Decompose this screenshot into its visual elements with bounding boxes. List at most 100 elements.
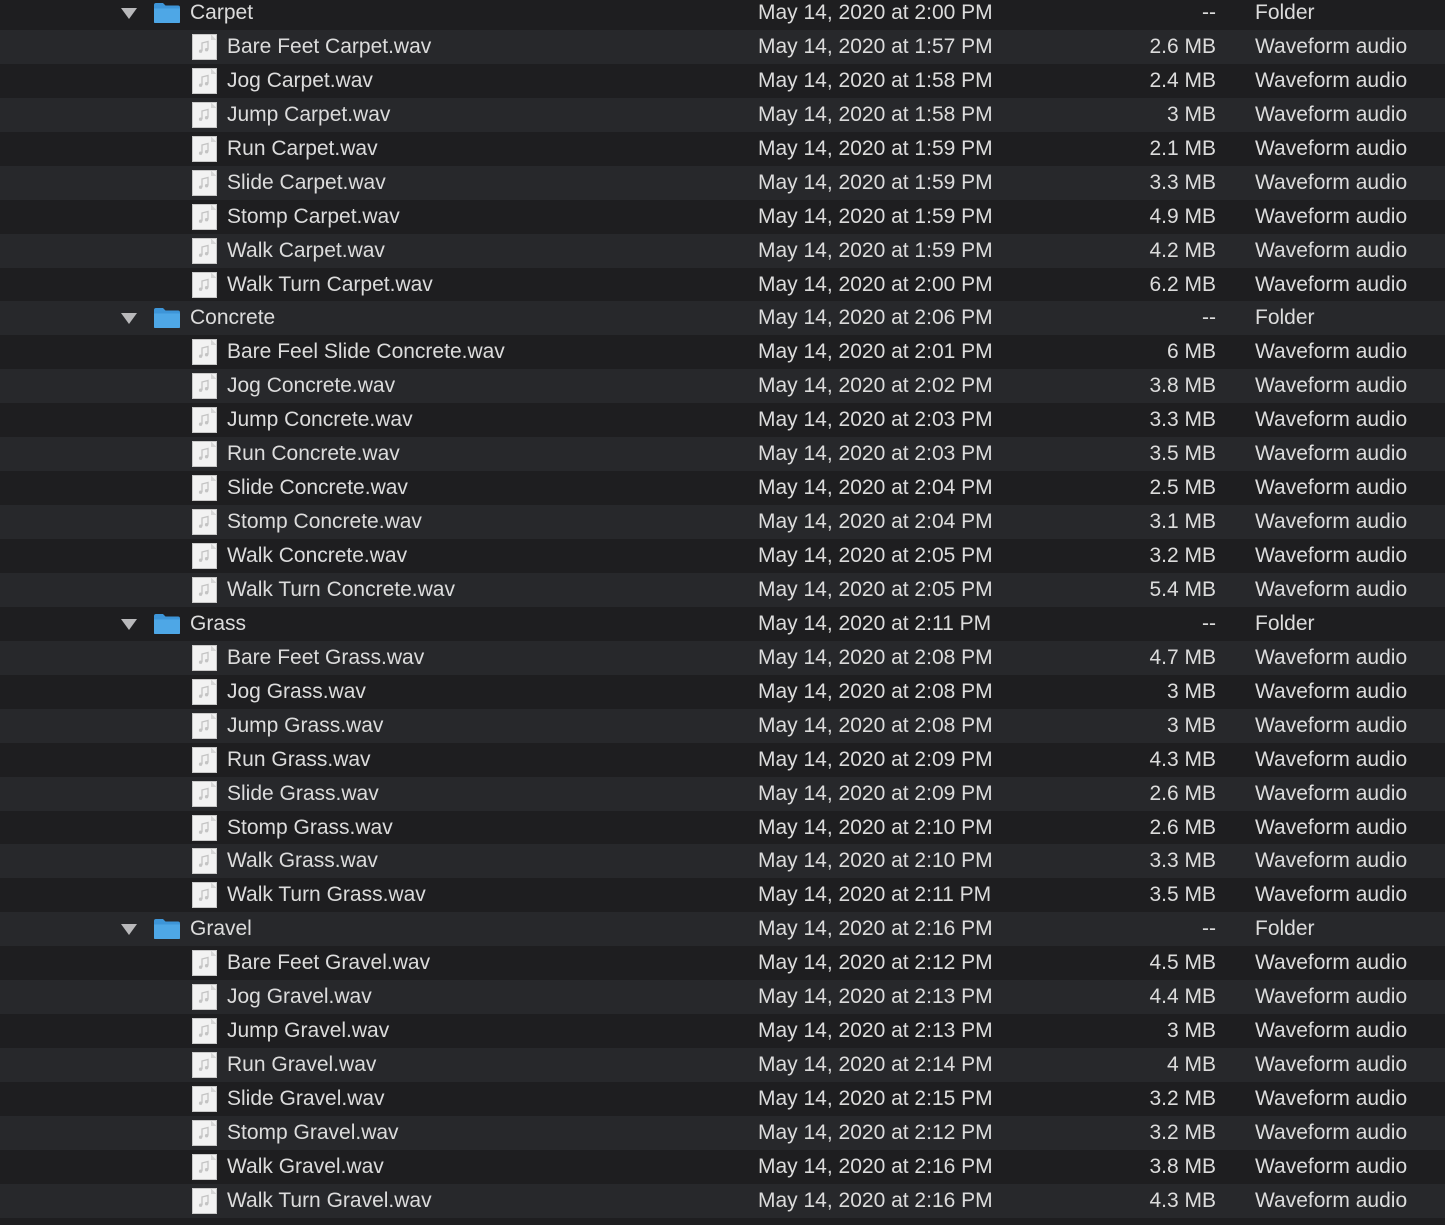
file-size: -- [1202, 917, 1216, 941]
file-name: Jump Concrete.wav [227, 408, 413, 432]
date-modified: May 14, 2020 at 2:08 PM [758, 645, 993, 669]
file-name: Slide Concrete.wav [227, 476, 408, 500]
date-modified: May 14, 2020 at 2:16 PM [758, 1188, 993, 1212]
audio-file-icon [192, 1187, 217, 1214]
date-modified: May 14, 2020 at 2:04 PM [758, 510, 993, 534]
file-row[interactable]: Walk Turn Gravel.wav May 14, 2020 at 2:1… [0, 1183, 1445, 1218]
file-row[interactable]: Stomp Carpet.wav May 14, 2020 at 1:59 PM… [0, 199, 1445, 234]
date-modified: May 14, 2020 at 2:09 PM [758, 747, 993, 771]
file-kind: Waveform audio [1255, 1053, 1408, 1077]
file-size: 3 MB [1166, 102, 1216, 126]
audio-file-icon [192, 882, 217, 909]
file-size: 3.3 MB [1149, 170, 1216, 194]
file-row[interactable]: Stomp Grass.wav May 14, 2020 at 2:10 PM … [0, 810, 1445, 845]
disclosure-triangle-expanded-icon[interactable] [120, 301, 138, 335]
file-name: Bare Feet Carpet.wav [227, 34, 432, 58]
file-row[interactable]: Walk Carpet.wav May 14, 2020 at 1:59 PM … [0, 233, 1445, 268]
file-kind: Waveform audio [1255, 272, 1408, 296]
date-modified: May 14, 2020 at 2:16 PM [758, 917, 993, 941]
date-modified: May 14, 2020 at 2:16 PM [758, 1154, 993, 1178]
file-size: 4.7 MB [1149, 645, 1216, 669]
file-kind: Folder [1255, 306, 1315, 330]
file-kind: Waveform audio [1255, 544, 1408, 567]
file-row[interactable]: Walk Turn Grass.wav May 14, 2020 at 2:11… [0, 878, 1445, 913]
date-modified: May 14, 2020 at 2:14 PM [758, 1053, 993, 1077]
folder-row-concrete[interactable]: Concrete May 14, 2020 at 2:06 PM -- Fold… [0, 301, 1445, 336]
file-kind: Folder [1255, 1, 1315, 24]
file-name: Jump Carpet.wav [227, 102, 391, 126]
file-row[interactable]: Walk Grass.wav May 14, 2020 at 2:10 PM 3… [0, 844, 1445, 879]
date-modified: May 14, 2020 at 1:59 PM [758, 136, 993, 160]
audio-file-icon [192, 712, 217, 739]
file-row[interactable]: Walk Concrete.wav May 14, 2020 at 2:05 P… [0, 539, 1445, 573]
file-row[interactable]: Slide Gravel.wav May 14, 2020 at 2:15 PM… [0, 1082, 1445, 1116]
file-kind: Waveform audio [1255, 68, 1408, 92]
file-name: Jump Gravel.wav [227, 1019, 390, 1043]
file-size: 3.1 MB [1149, 510, 1216, 534]
audio-file-icon [192, 644, 217, 671]
audio-file-icon [192, 271, 217, 298]
file-row[interactable]: Bare Feel Slide Concrete.wav May 14, 202… [0, 335, 1445, 370]
file-row[interactable]: Bare Feet Carpet.wav May 14, 2020 at 1:5… [0, 29, 1445, 64]
audio-file-icon [192, 441, 217, 468]
file-size: 3.8 MB [1149, 374, 1216, 398]
file-kind: Waveform audio [1255, 1154, 1408, 1178]
file-row[interactable]: Bare Feet Grass.wav May 14, 2020 at 2:08… [0, 640, 1445, 675]
file-size: 3.2 MB [1149, 1120, 1216, 1144]
file-row[interactable]: Stomp Concrete.wav May 14, 2020 at 2:04 … [0, 505, 1445, 539]
file-row[interactable]: Jog Concrete.wav May 14, 2020 at 2:02 PM… [0, 369, 1445, 404]
file-row[interactable]: Slide Grass.wav May 14, 2020 at 2:09 PM … [0, 776, 1445, 811]
date-modified: May 14, 2020 at 1:59 PM [758, 170, 993, 194]
file-name: Walk Turn Gravel.wav [227, 1188, 432, 1212]
folder-icon [153, 1, 181, 23]
audio-file-icon [192, 543, 217, 569]
file-row[interactable]: Slide Carpet.wav May 14, 2020 at 1:59 PM… [0, 165, 1445, 200]
disclosure-triangle-expanded-icon[interactable] [120, 912, 138, 946]
file-kind: Waveform audio [1255, 204, 1408, 228]
file-row[interactable]: Bare Feet Gravel.wav May 14, 2020 at 2:1… [0, 946, 1445, 981]
date-modified: May 14, 2020 at 2:13 PM [758, 985, 993, 1009]
file-row[interactable]: Run Concrete.wav May 14, 2020 at 2:03 PM… [0, 437, 1445, 472]
file-kind: Waveform audio [1255, 645, 1408, 669]
audio-file-icon [192, 169, 217, 196]
disclosure-triangle-expanded-icon[interactable] [120, 607, 138, 641]
file-row[interactable]: Slide Concrete.wav May 14, 2020 at 2:04 … [0, 471, 1445, 506]
file-row[interactable]: Walk Turn Concrete.wav May 14, 2020 at 2… [0, 572, 1445, 607]
disclosure-triangle-expanded-icon[interactable] [120, 0, 138, 30]
file-size: 4.4 MB [1149, 985, 1216, 1009]
audio-file-icon [192, 848, 217, 875]
file-row[interactable]: Walk Gravel.wav May 14, 2020 at 2:16 PM … [0, 1149, 1445, 1184]
file-size: 4.3 MB [1149, 1188, 1216, 1212]
file-row[interactable]: Jump Gravel.wav May 14, 2020 at 2:13 PM … [0, 1014, 1445, 1049]
file-name: Jog Carpet.wav [227, 68, 373, 92]
file-size: 3.8 MB [1149, 1154, 1216, 1178]
file-row[interactable]: Stomp Gravel.wav May 14, 2020 at 2:12 PM… [0, 1115, 1445, 1150]
file-row[interactable]: Jump Carpet.wav May 14, 2020 at 1:58 PM … [0, 97, 1445, 132]
file-row[interactable]: Run Grass.wav May 14, 2020 at 2:09 PM 4.… [0, 742, 1445, 777]
audio-file-icon [192, 33, 217, 60]
file-size: 3 MB [1166, 1019, 1216, 1043]
date-modified: May 14, 2020 at 2:04 PM [758, 476, 993, 500]
audio-file-icon [192, 1153, 217, 1180]
file-row[interactable]: Jog Gravel.wav May 14, 2020 at 2:13 PM 4… [0, 980, 1445, 1015]
file-row[interactable]: Run Gravel.wav May 14, 2020 at 2:14 PM 4… [0, 1048, 1445, 1082]
folder-row-grass[interactable]: Grass May 14, 2020 at 2:11 PM -- Folder [0, 606, 1445, 641]
file-size: 2.5 MB [1149, 476, 1216, 500]
file-row[interactable]: Jog Grass.wav May 14, 2020 at 2:08 PM 3 … [0, 674, 1445, 709]
file-row[interactable]: Run Carpet.wav May 14, 2020 at 1:59 PM 2… [0, 131, 1445, 166]
file-size: 3.3 MB [1149, 408, 1216, 432]
file-name: Slide Gravel.wav [227, 1087, 385, 1110]
date-modified: May 14, 2020 at 2:10 PM [758, 815, 993, 839]
file-row[interactable]: Walk Turn Carpet.wav May 14, 2020 at 2:0… [0, 267, 1445, 302]
file-row[interactable]: Jump Grass.wav May 14, 2020 at 2:08 PM 3… [0, 708, 1445, 743]
folder-row-gravel[interactable]: Gravel May 14, 2020 at 2:16 PM -- Folder [0, 912, 1445, 947]
file-name: Walk Turn Grass.wav [227, 883, 426, 907]
file-name: Walk Carpet.wav [227, 238, 385, 262]
folder-row-carpet[interactable]: Carpet May 14, 2020 at 2:00 PM -- Folder [0, 0, 1445, 30]
file-row[interactable]: Jog Carpet.wav May 14, 2020 at 1:58 PM 2… [0, 63, 1445, 98]
file-name: Walk Turn Concrete.wav [227, 577, 455, 601]
date-modified: May 14, 2020 at 2:12 PM [758, 951, 993, 975]
date-modified: May 14, 2020 at 2:00 PM [758, 272, 993, 296]
folder-name: Concrete [190, 306, 276, 330]
file-row[interactable]: Jump Concrete.wav May 14, 2020 at 2:03 P… [0, 403, 1445, 438]
